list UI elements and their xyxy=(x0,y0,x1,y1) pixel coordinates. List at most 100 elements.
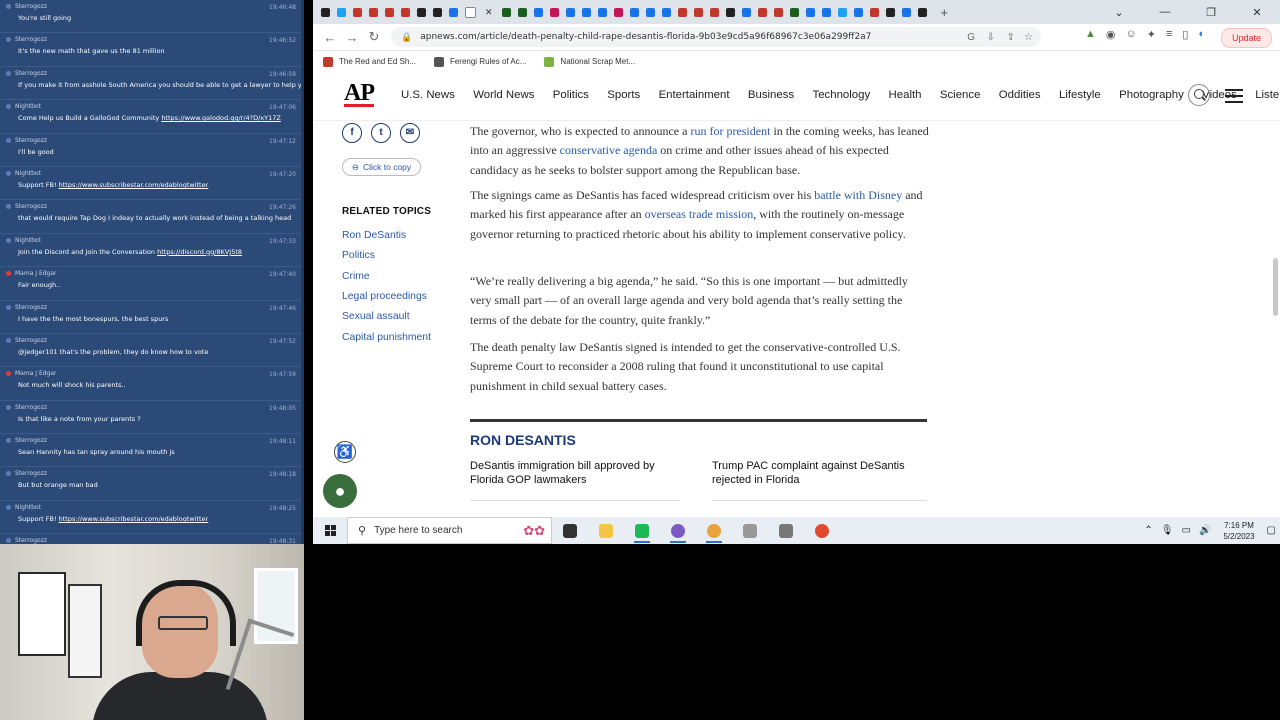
notifications-icon[interactable]: ▢ xyxy=(1267,525,1276,536)
tab-favicon[interactable] xyxy=(598,7,608,17)
cookie-settings-icon[interactable]: ● xyxy=(323,474,357,508)
tab-favicon[interactable] xyxy=(790,7,800,17)
tab-favicon[interactable] xyxy=(886,7,896,17)
chat-link[interactable]: https://discord.gg/8KVJ5t8 xyxy=(157,248,242,256)
nav-item-lifestyle[interactable]: Lifestyle xyxy=(1059,89,1101,101)
share-icon[interactable]: ⇪ xyxy=(1007,32,1015,43)
tab-favicon[interactable] xyxy=(464,6,476,18)
tab-favicon[interactable] xyxy=(726,7,736,17)
tab-favicon[interactable] xyxy=(400,7,410,17)
article-link[interactable]: battle with Disney xyxy=(814,188,902,202)
nav-item-listen[interactable]: Listen xyxy=(1255,89,1280,101)
extension-icon[interactable]: ▲ xyxy=(1085,28,1096,41)
related-topic-link[interactable]: Crime xyxy=(342,271,370,282)
accessibility-icon[interactable]: ♿ xyxy=(334,441,356,463)
bookmark-item[interactable]: The Red and Ed Sh... xyxy=(323,56,416,67)
tab-favicon[interactable] xyxy=(368,7,378,17)
reading-list-icon[interactable]: ≡ xyxy=(1166,28,1172,41)
nav-item-sports[interactable]: Sports xyxy=(607,89,640,101)
chat-link[interactable]: https://www.subscribestar.com/edablogtwi… xyxy=(59,181,209,189)
puzzle-icon[interactable]: ✦ xyxy=(1147,28,1156,41)
maximize-icon[interactable]: ❐ xyxy=(1188,6,1234,19)
tab-favicon[interactable] xyxy=(566,7,576,17)
close-icon[interactable]: ✕ xyxy=(1234,6,1280,19)
tray-overflow-icon[interactable]: ⌃ xyxy=(1144,525,1152,536)
nav-item-technology[interactable]: Technology xyxy=(813,89,871,101)
url-text[interactable]: apnews.com/article/death-penalty-child-r… xyxy=(420,32,871,42)
tab-favicon[interactable] xyxy=(694,7,704,17)
ap-logo[interactable]: AP xyxy=(344,81,375,107)
profile-avatar[interactable]: ◐ xyxy=(1198,28,1205,41)
taskbar-search[interactable]: ⚲ Type here to search ✿✿ xyxy=(347,517,552,544)
reload-icon[interactable]: ↻ xyxy=(363,29,385,45)
email-share-icon[interactable]: ✉ xyxy=(400,123,420,143)
nav-item-business[interactable]: Business xyxy=(748,89,794,101)
update-button[interactable]: Update xyxy=(1220,28,1272,48)
tab-favicon[interactable] xyxy=(448,7,458,17)
page-scrollbar[interactable] xyxy=(1273,258,1278,316)
nav-item-oddities[interactable]: Oddities xyxy=(999,89,1041,101)
chat-link[interactable]: https://www.subscribestar.com/edablogtwi… xyxy=(59,515,209,523)
network-icon[interactable]: ▭ xyxy=(1182,525,1191,536)
tab-favicon[interactable] xyxy=(320,7,330,17)
tab-favicon[interactable] xyxy=(870,7,880,17)
taskbar-app-app-discord[interactable] xyxy=(660,517,696,544)
article-link[interactable]: overseas trade mission xyxy=(645,207,754,221)
taskbar-clock[interactable]: 7:16 PM 5/2/2023 xyxy=(1223,520,1254,542)
tab-favicon[interactable] xyxy=(630,7,640,17)
taskbar-app-chrome[interactable] xyxy=(696,517,732,544)
tab-favicon[interactable] xyxy=(902,7,912,17)
related-topic-link[interactable]: Legal proceedings xyxy=(342,291,427,302)
article-link[interactable]: run for president xyxy=(690,124,770,138)
tab-favicon[interactable] xyxy=(822,7,832,17)
hamburger-menu-icon[interactable] xyxy=(1225,89,1243,107)
tab-favicon[interactable] xyxy=(534,7,544,17)
taskbar-app-app-window[interactable] xyxy=(768,517,804,544)
windows-start-icon[interactable] xyxy=(313,525,347,536)
tab-favicon[interactable] xyxy=(662,7,672,17)
sidepanel-icon[interactable]: ▯ xyxy=(1182,28,1188,41)
tab-favicon[interactable] xyxy=(502,7,512,17)
tab-favicon[interactable] xyxy=(838,7,848,17)
twitter-share-icon[interactable]: t xyxy=(371,123,391,143)
story-headline[interactable]: Trump PAC complaint against DeSantis rej… xyxy=(712,459,922,487)
microphone-icon[interactable]: 🎙 xyxy=(1161,525,1174,536)
nav-item-science[interactable]: Science xyxy=(940,89,981,101)
tab-search-icon[interactable]: ⌄ xyxy=(1096,6,1142,19)
bookmark-item[interactable]: Ferengi Rules of Ac... xyxy=(433,56,526,67)
lock-icon[interactable]: 🔒 xyxy=(401,32,412,43)
tab-favicon[interactable] xyxy=(854,7,864,17)
tab-favicon[interactable] xyxy=(742,7,752,17)
tab-favicon[interactable] xyxy=(774,7,784,17)
section-title[interactable]: RON DESANTIS xyxy=(470,432,576,448)
copy-link-button[interactable]: ⊖ Click to copy xyxy=(342,158,421,176)
article-link[interactable]: conservative agenda xyxy=(560,143,658,157)
nav-item-world-news[interactable]: World News xyxy=(473,89,534,101)
chat-link[interactable]: https://www.galodod.gg/r/4?D/xY17Z xyxy=(161,114,281,122)
forward-icon[interactable]: → xyxy=(341,30,363,45)
tab-favicon[interactable] xyxy=(336,7,346,17)
tab-favicon[interactable] xyxy=(416,7,426,17)
tab-favicon[interactable] xyxy=(710,7,720,17)
tab-favicon[interactable] xyxy=(432,7,442,17)
related-topic-link[interactable]: Capital punishment xyxy=(342,332,431,343)
new-tab-icon[interactable]: + xyxy=(941,5,949,20)
tab-favicon[interactable] xyxy=(646,7,656,17)
nav-item-entertainment[interactable]: Entertainment xyxy=(659,89,730,101)
tab-favicon[interactable] xyxy=(918,7,928,17)
taskbar-app-task-view[interactable] xyxy=(552,517,588,544)
taskbar-app-app-green[interactable] xyxy=(624,517,660,544)
nav-item-politics[interactable]: Politics xyxy=(553,89,589,101)
tab-close-icon[interactable]: ✕ xyxy=(485,7,493,18)
search-icon[interactable] xyxy=(1188,84,1210,106)
related-topic-link[interactable]: Sexual assault xyxy=(342,311,410,322)
tab-favicon[interactable] xyxy=(384,7,394,17)
address-bar[interactable]: 🔒 apnews.com/article/death-penalty-child… xyxy=(391,27,1041,47)
back-icon[interactable]: ← xyxy=(319,30,341,45)
nav-item-u-s-news[interactable]: U.S. News xyxy=(401,89,455,101)
taskbar-app-app-red[interactable] xyxy=(804,517,840,544)
extension-icon[interactable]: ◉ xyxy=(1106,28,1116,41)
taskbar-app-file-explorer[interactable] xyxy=(588,517,624,544)
install-icon[interactable]: ⇩ xyxy=(987,32,995,43)
taskbar-app-media-player[interactable] xyxy=(732,517,768,544)
